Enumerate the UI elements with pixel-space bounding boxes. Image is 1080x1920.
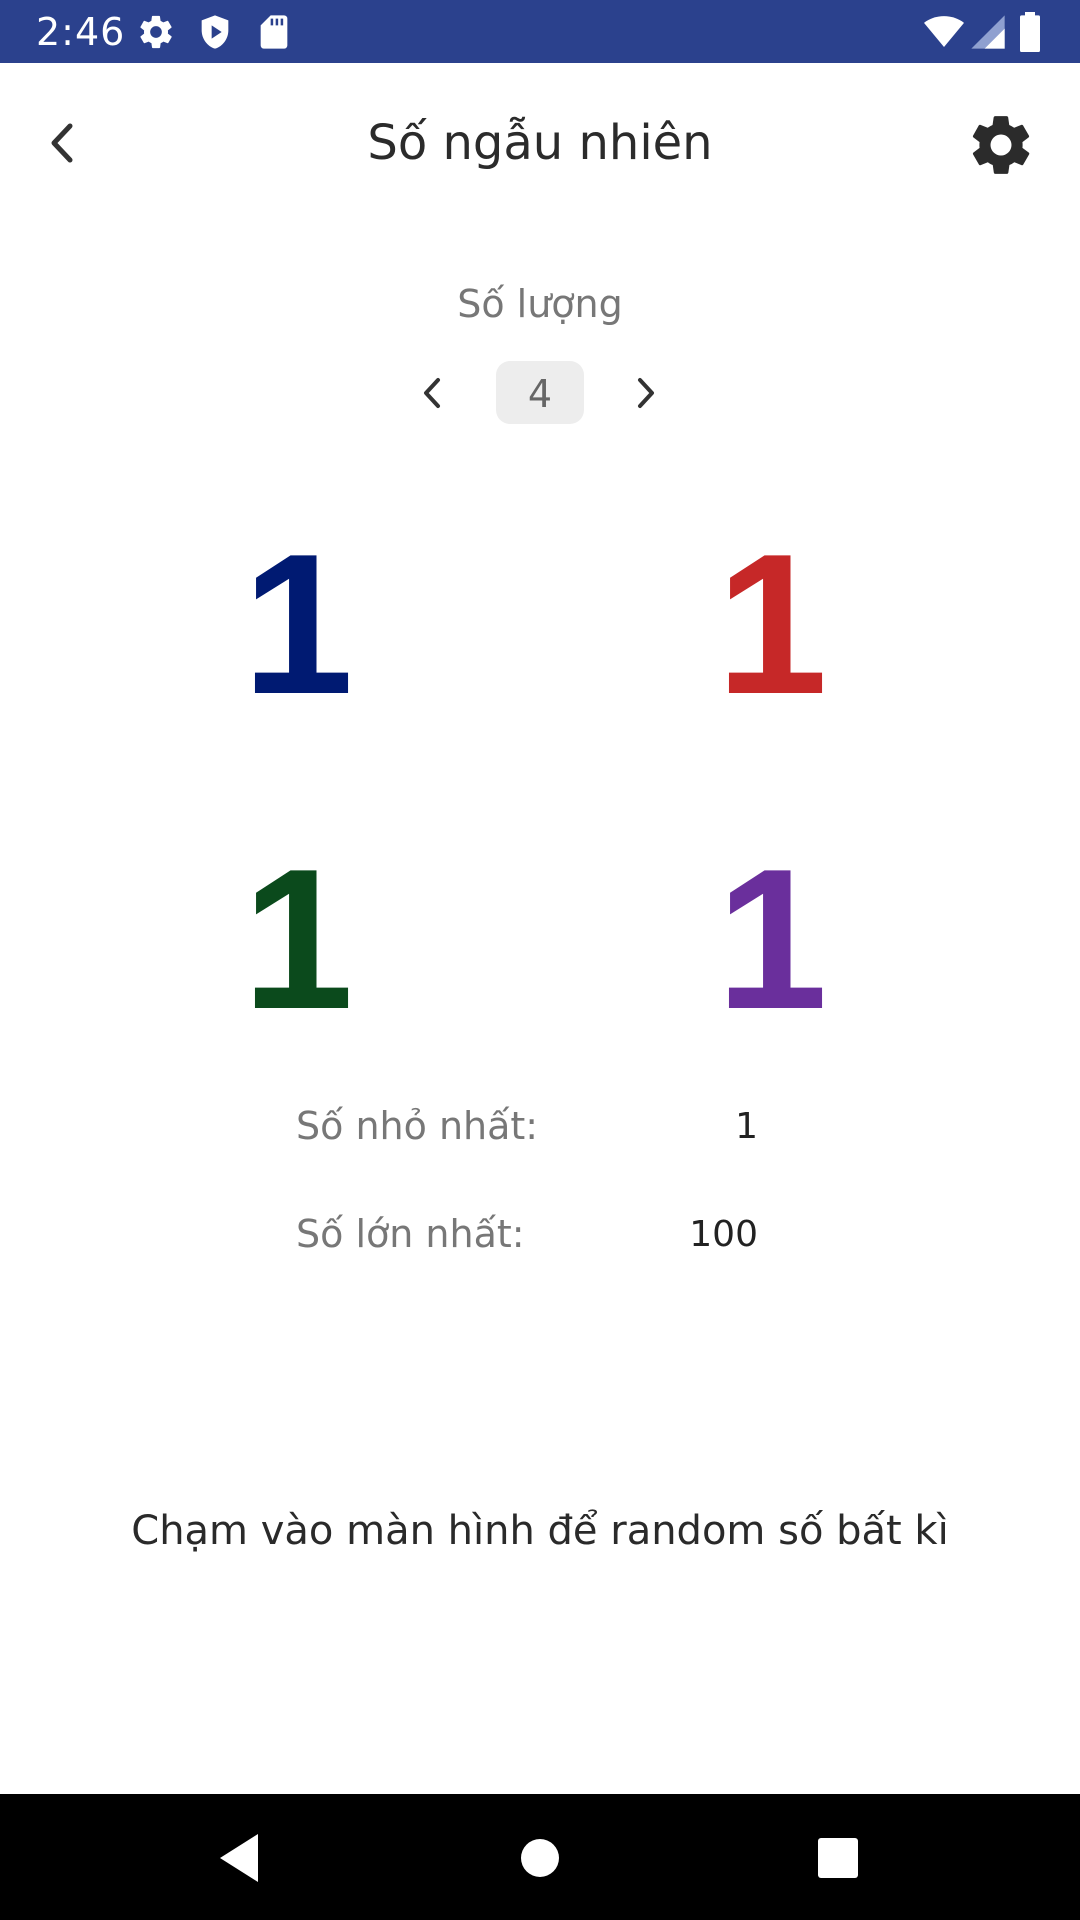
page-title: Số ngẫu nhiên [367,115,713,171]
tap-hint: Chạm vào màn hình để random số bất kì [131,1508,949,1554]
recents-square-icon[interactable] [806,1826,870,1890]
wifi-icon [924,16,964,47]
random-number-4: 1 [716,828,828,1051]
max-value[interactable]: 100 [638,1214,758,1255]
max-label: Số lớn nhất: [296,1212,525,1256]
nav-bar [0,1794,1080,1920]
random-number-2: 1 [716,513,828,736]
quantity-label: Số lượng [457,282,623,326]
sd-card-icon [260,15,288,49]
battery-icon [1020,12,1040,52]
status-bar: 2:46 [0,0,1080,63]
min-label: Số nhỏ nhất: [296,1104,539,1148]
signal-icon [971,15,1005,49]
quantity-value[interactable]: 4 [496,361,584,424]
app-bar: Số ngẫu nhiên [0,63,1080,223]
chevron-right-icon [638,378,654,408]
settings-button[interactable] [965,109,1037,181]
home-circle-icon[interactable] [508,1826,572,1890]
chevron-left-icon [424,378,440,408]
gear-icon [972,116,1030,174]
status-time: 2:46 [36,10,126,54]
random-number-1: 1 [242,513,354,736]
min-value[interactable]: 1 [638,1106,758,1147]
quantity-decrease-button[interactable] [412,370,452,416]
gear-icon [140,15,172,49]
back-triangle-icon[interactable] [208,1826,272,1890]
random-number-3: 1 [242,828,354,1051]
quantity-increase-button[interactable] [626,370,666,416]
shield-play-icon [201,15,229,49]
